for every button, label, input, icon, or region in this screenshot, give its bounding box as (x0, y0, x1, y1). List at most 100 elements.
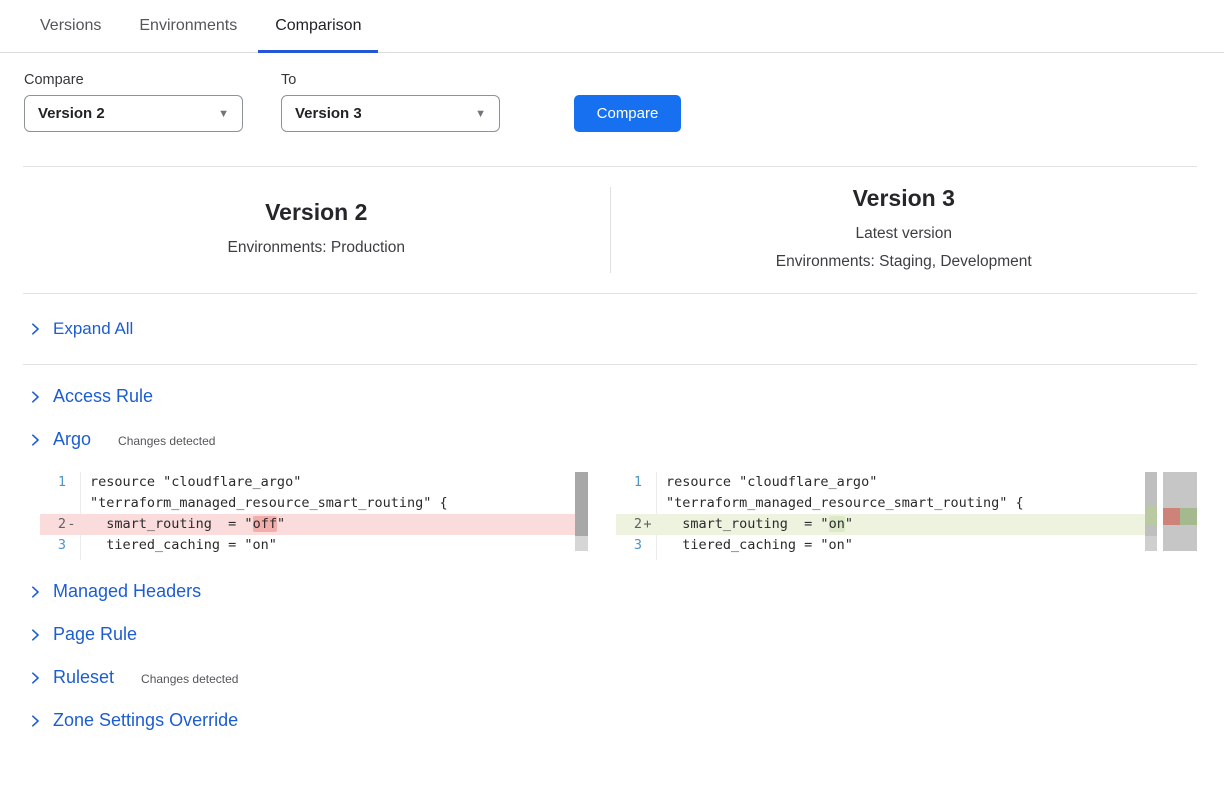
section-header-managed-headers[interactable]: Managed Headers (28, 580, 1224, 603)
scrollbar-thumb[interactable] (1145, 472, 1157, 536)
line-number: 2+ (616, 514, 656, 535)
diff-sign (642, 472, 653, 493)
diff-sign (642, 493, 653, 514)
section-label: Access Rule (53, 386, 153, 407)
compare-from-select[interactable]: Version 2 ▼ (24, 95, 243, 132)
diff-sign: - (66, 514, 77, 535)
scrollbar[interactable] (575, 472, 588, 551)
tab-versions[interactable]: Versions (23, 0, 118, 52)
sections-list: Access Rule Argo Changes detected 1 resource… (0, 385, 1224, 732)
overview-added-marker (1180, 508, 1197, 525)
inline-diff-highlight: on (829, 516, 845, 532)
chevron-right-icon (28, 433, 42, 447)
diff-sign (642, 556, 653, 560)
diff-sign (66, 535, 77, 556)
line-number (616, 493, 656, 514)
comparison-right-column: Version 3 Latest version Environments: S… (611, 175, 1198, 284)
diff-line: 3 tiered_caching = "on" (40, 535, 575, 556)
diff-line: "terraform_managed_resource_smart_routin… (616, 493, 1145, 514)
code-text: smart_routing = "on" (656, 514, 1145, 535)
section-label: Argo (53, 429, 91, 450)
divider (23, 364, 1197, 365)
section-label: Zone Settings Override (53, 710, 238, 731)
inline-diff-highlight: off (253, 516, 277, 532)
diff-line: "terraform_managed_resource_smart_routin… (40, 493, 575, 514)
chevron-right-icon (28, 585, 42, 599)
left-version-environments: Environments: Production (23, 234, 610, 261)
line-number-value: 1 (616, 472, 642, 493)
section-label: Page Rule (53, 624, 137, 645)
chevron-right-icon (28, 322, 42, 336)
compare-to-select[interactable]: Version 3 ▼ (281, 95, 500, 132)
line-number (616, 556, 656, 560)
line-number-value: 3 (40, 535, 66, 556)
diff-sign (66, 556, 77, 560)
line-number: 1 (40, 472, 80, 493)
line-number-value (616, 493, 642, 514)
compare-from-value: Version 2 (38, 105, 105, 122)
chevron-down-icon: ▼ (218, 108, 229, 120)
chevron-right-icon (28, 714, 42, 728)
diff-line: 2- smart_routing = "off" (40, 514, 575, 535)
expand-all-button[interactable]: Expand All (0, 294, 1224, 364)
compare-from-label: Compare (24, 72, 243, 88)
comparison-header: Version 2 Environments: Production Versi… (23, 167, 1197, 293)
scrollbar-thumb[interactable] (575, 472, 588, 536)
diff-line: } (40, 556, 575, 560)
code-text: smart_routing = "off" (80, 514, 575, 535)
diff-sign (66, 472, 77, 493)
section-header-access-rule[interactable]: Access Rule (28, 385, 1224, 408)
diff-sign: + (642, 514, 653, 535)
tab-comparison[interactable]: Comparison (258, 0, 378, 52)
diff-line: 1 resource "cloudflare_argo" (616, 472, 1145, 493)
diff-line: 1 resource "cloudflare_argo" (40, 472, 575, 493)
diff-pane-right: 1 resource "cloudflare_argo""terraform_ma… (616, 472, 1197, 560)
changes-detected-badge: Changes detected (118, 431, 215, 448)
scrollbar[interactable] (1145, 472, 1157, 551)
code-text: "terraform_managed_resource_smart_routin… (80, 493, 575, 514)
chevron-right-icon (28, 628, 42, 642)
expand-all-label: Expand All (53, 319, 133, 339)
diff-sign (642, 535, 653, 556)
line-number: 3 (40, 535, 80, 556)
compare-to-field: To Version 3 ▼ (281, 72, 500, 132)
chevron-right-icon (28, 671, 42, 685)
diff-pane-left: 1 resource "cloudflare_argo""terraform_ma… (40, 472, 588, 560)
code-text: } (80, 556, 575, 560)
line-number (40, 556, 80, 560)
code-text: } (656, 556, 1145, 560)
diff-line: } (616, 556, 1145, 560)
diff-overview-ruler (1163, 472, 1197, 551)
section-label: Managed Headers (53, 581, 201, 602)
diff-sign (66, 493, 77, 514)
section-header-argo[interactable]: Argo Changes detected (28, 428, 1224, 451)
compare-button[interactable]: Compare (574, 95, 681, 132)
code-text: "terraform_managed_resource_smart_routin… (656, 493, 1145, 514)
line-number (40, 493, 80, 514)
tab-bar: VersionsEnvironmentsComparison (0, 0, 1224, 53)
code-text: resource "cloudflare_argo" (80, 472, 575, 493)
chevron-right-icon (28, 390, 42, 404)
scrollbar-added-marker (1145, 506, 1157, 526)
line-number-value: 1 (40, 472, 66, 493)
compare-from-field: Compare Version 2 ▼ (24, 72, 243, 132)
tab-environments[interactable]: Environments (122, 0, 254, 52)
diff-code-rows: 1 resource "cloudflare_argo""terraform_ma… (40, 472, 575, 560)
diff-line: 3 tiered_caching = "on" (616, 535, 1145, 556)
line-number: 1 (616, 472, 656, 493)
comparison-left-column: Version 2 Environments: Production (23, 189, 610, 271)
diff-code-rows: 1 resource "cloudflare_argo""terraform_ma… (616, 472, 1145, 560)
line-number-value: 2 (40, 514, 66, 535)
section-label: Ruleset (53, 667, 114, 688)
diff-line: 2+ smart_routing = "on" (616, 514, 1145, 535)
code-text: tiered_caching = "on" (80, 535, 575, 556)
overview-removed-marker (1163, 508, 1180, 525)
section-header-zone-settings-override[interactable]: Zone Settings Override (28, 709, 1224, 732)
diff-viewer: 1resource "cloudflare_argo""terraform_ma… (40, 472, 1224, 560)
right-version-title: Version 3 (611, 185, 1198, 212)
section-header-ruleset[interactable]: RulesetChanges detected (28, 666, 1224, 689)
line-number: 2- (40, 514, 80, 535)
section-header-page-rule[interactable]: Page Rule (28, 623, 1224, 646)
line-number: 3 (616, 535, 656, 556)
code-text: resource "cloudflare_argo" (656, 472, 1145, 493)
